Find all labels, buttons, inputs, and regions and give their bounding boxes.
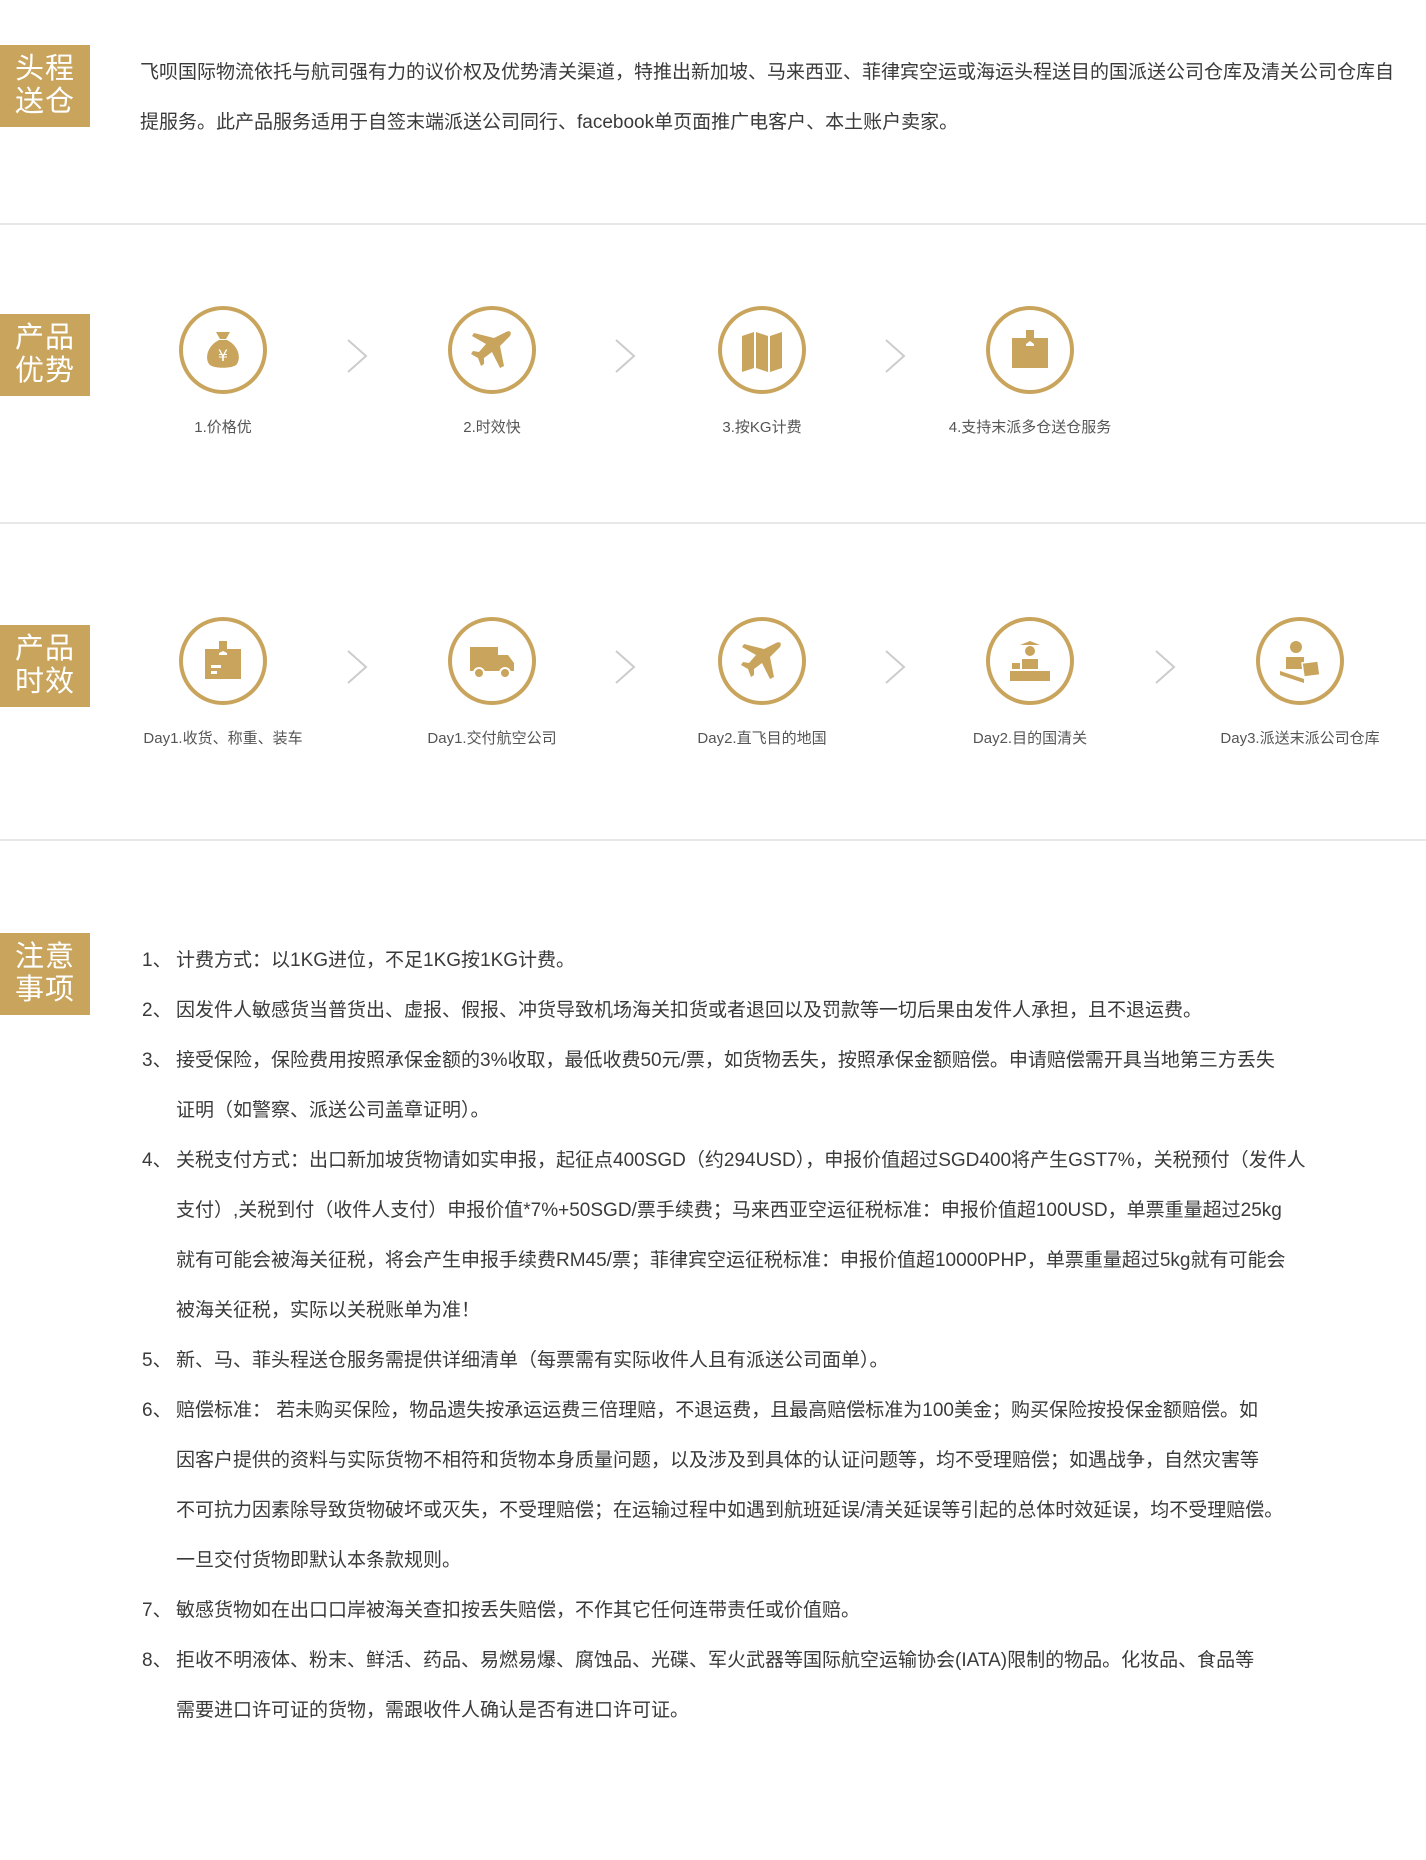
step-label: 3.按KG计费 [722, 419, 802, 436]
note-number: 3、 [142, 1050, 172, 1071]
tag-line-2: 优势 [15, 355, 76, 387]
section-tag-timeline: 产品 时效 [0, 625, 90, 707]
note-line: 5、 新、马、菲头程送仓服务需提供详细清单（每票需有实际收件人且有派送公司面单）。 [142, 1336, 1412, 1386]
note-item: 1、 计费方式：以1KG进位，不足1KG按1KG计费。 [142, 936, 1412, 986]
section-tag-first-leg: 头程 送仓 [0, 45, 90, 127]
note-line: 2、 因发件人敏感货当普货出、虚报、假报、冲货导致机场海关扣货或者退回以及罚款等一… [142, 986, 1412, 1036]
note-line: 被海关征税，实际以关税账单为准！ [176, 1300, 481, 1321]
advantage-step-2: 2.时效快 [362, 306, 622, 437]
note-number: 4、 [142, 1150, 172, 1171]
section-tag-notes: 注意 事项 [0, 933, 90, 1015]
note-number: 6、 [142, 1400, 172, 1421]
money-bag-icon: ¥ [179, 306, 267, 394]
step-label: 4.支持末派多仓送仓服务 [948, 419, 1112, 436]
note-text: 拒收不明液体、粉末、鲜活、药品、易燃易爆、腐蚀品、光碟、军火武器等国际航空运输协… [176, 1650, 1255, 1671]
note-line: 支付）,关税到付（收件人支付）申报价值*7%+50SGD/票手续费；马来西亚空运… [176, 1200, 1282, 1221]
note-number: 1、 [142, 950, 172, 971]
step-label: Day1.交付航空公司 [427, 730, 557, 747]
note-line: 因客户提供的资料与实际货物不相符和货物本身质量问题，以及涉及到具体的认证问题等，… [176, 1450, 1260, 1471]
note-text: 接受保险，保险费用按照承保金额的3%收取，最低收费50元/票，如货物丢失，按照承… [176, 1050, 1275, 1071]
tag-line-1: 注意 [15, 941, 76, 973]
advantage-step-3: 3.按KG计费 [632, 306, 892, 437]
note-number: 7、 [142, 1600, 172, 1621]
note-line: 6、 赔偿标准： 若未购买保险，物品遗失按承运运费三倍理赔，不退运费，且最高赔偿标… [142, 1386, 1412, 1436]
note-number: 8、 [142, 1650, 172, 1671]
note-line: 3、 接受保险，保险费用按照承保金额的3%收取，最低收费50元/票，如货物丢失，按… [142, 1036, 1412, 1086]
truck-icon [448, 617, 536, 705]
delivery-person-icon [1256, 617, 1344, 705]
tag-line-2: 时效 [15, 666, 76, 698]
note-number: 5、 [142, 1350, 172, 1371]
note-text: 因发件人敏感货当普货出、虚报、假报、冲货导致机场海关扣货或者退回以及罚款等一切后… [176, 1000, 1203, 1021]
timeline-step-3: Day2.直飞目的地国 [632, 617, 892, 748]
timeline-step-4: Day2.目的国清关 [900, 617, 1160, 748]
package-icon [179, 617, 267, 705]
tag-line-1: 头程 [15, 53, 76, 85]
advantage-step-4: 4.支持末派多仓送仓服务 [900, 306, 1160, 437]
section-tag-advantages: 产品 优势 [0, 314, 90, 396]
timeline-step-5: Day3.派送末派公司仓库 [1170, 617, 1426, 748]
tag-line-1: 产品 [15, 322, 76, 354]
map-icon [718, 306, 806, 394]
note-item: 2、 因发件人敏感货当普货出、虚报、假报、冲货导致机场海关扣货或者退回以及罚款等一… [142, 986, 1412, 1036]
note-line: 8、 拒收不明液体、粉末、鲜活、药品、易燃易爆、腐蚀品、光碟、军火武器等国际航空运… [142, 1636, 1412, 1686]
step-label: 2.时效快 [463, 419, 521, 436]
note-line: 1、 计费方式：以1KG进位，不足1KG按1KG计费。 [142, 936, 1412, 986]
note-text: 新、马、菲头程送仓服务需提供详细清单（每票需有实际收件人且有派送公司面单）。 [176, 1350, 889, 1371]
note-text: 计费方式：以1KG进位，不足1KG按1KG计费。 [176, 950, 576, 971]
note-line: 4、 关税支付方式：出口新加坡货物请如实申报，起征点400SGD（约294USD）… [142, 1136, 1412, 1186]
step-label: Day2.直飞目的地国 [697, 730, 827, 747]
intro-text: 飞呗国际物流依托与航司强有力的议价权及优势清关渠道，特推出新加坡、马来西亚、菲律… [140, 62, 1395, 133]
airplane-icon [718, 617, 806, 705]
note-line: 就有可能会被海关征税，将会产生申报手续费RM45/票；菲律宾空运征税标准：申报价… [176, 1250, 1286, 1271]
box-icon [986, 306, 1074, 394]
note-item: 5、 新、马、菲头程送仓服务需提供详细清单（每票需有实际收件人且有派送公司面单）。 [142, 1336, 1412, 1386]
note-text: 赔偿标准： 若未购买保险，物品遗失按承运运费三倍理赔，不退运费，且最高赔偿标准为… [176, 1400, 1258, 1421]
note-item: 3、 接受保险，保险费用按照承保金额的3%收取，最低收费50元/票，如货物丢失，按… [142, 1036, 1412, 1136]
note-line: 需要进口许可证的货物，需跟收件人确认是否有进口许可证。 [176, 1700, 690, 1721]
step-label: Day3.派送末派公司仓库 [1220, 730, 1380, 747]
divider [0, 223, 1426, 225]
note-line: 7、 敏感货物如在出口口岸被海关查扣按丢失赔偿，不作其它任何连带责任或价值赔。 [142, 1586, 1412, 1636]
notes-list: 1、 计费方式：以1KG进位，不足1KG按1KG计费。 2、 因发件人敏感货当普货出、… [142, 936, 1412, 1736]
airplane-icon [448, 306, 536, 394]
note-number: 2、 [142, 1000, 172, 1021]
timeline-step-2: Day1.交付航空公司 [362, 617, 622, 748]
timeline-step-1: Day1.收货、称重、装车 [93, 617, 353, 748]
note-line: 不可抗力因素除导致货物破坏或灭失，不受理赔偿；在运输过程中如遇到航班延误/清关延… [176, 1500, 1284, 1521]
note-item: 6、 赔偿标准： 若未购买保险，物品遗失按承运运费三倍理赔，不退运费，且最高赔偿标… [142, 1386, 1412, 1586]
step-label: Day2.目的国清关 [972, 730, 1088, 747]
note-text: 关税支付方式：出口新加坡货物请如实申报，起征点400SGD（约294USD），申… [176, 1150, 1306, 1171]
note-line: 一旦交付货物即默认本条款规则。 [176, 1550, 462, 1571]
divider [0, 839, 1426, 841]
customs-officer-icon [986, 617, 1074, 705]
step-label: 1.价格优 [194, 419, 252, 436]
note-item: 7、 敏感货物如在出口口岸被海关查扣按丢失赔偿，不作其它任何连带责任或价值赔。 [142, 1586, 1412, 1636]
divider [0, 522, 1426, 524]
note-line: 证明（如警察、派送公司盖章证明）。 [176, 1100, 490, 1121]
tag-line-2: 送仓 [15, 86, 76, 118]
note-item: 4、 关税支付方式：出口新加坡货物请如实申报，起征点400SGD（约294USD）… [142, 1136, 1412, 1336]
advantage-step-1: ¥ 1.价格优 [93, 306, 353, 437]
note-item: 8、 拒收不明液体、粉末、鲜活、药品、易燃易爆、腐蚀品、光碟、军火武器等国际航空运… [142, 1636, 1412, 1736]
svg-text:¥: ¥ [218, 346, 228, 365]
tag-line-1: 产品 [15, 633, 76, 665]
note-text: 敏感货物如在出口口岸被海关查扣按丢失赔偿，不作其它任何连带责任或价值赔。 [176, 1600, 861, 1621]
tag-line-2: 事项 [15, 974, 76, 1006]
step-label: Day1.收货、称重、装车 [143, 730, 303, 747]
